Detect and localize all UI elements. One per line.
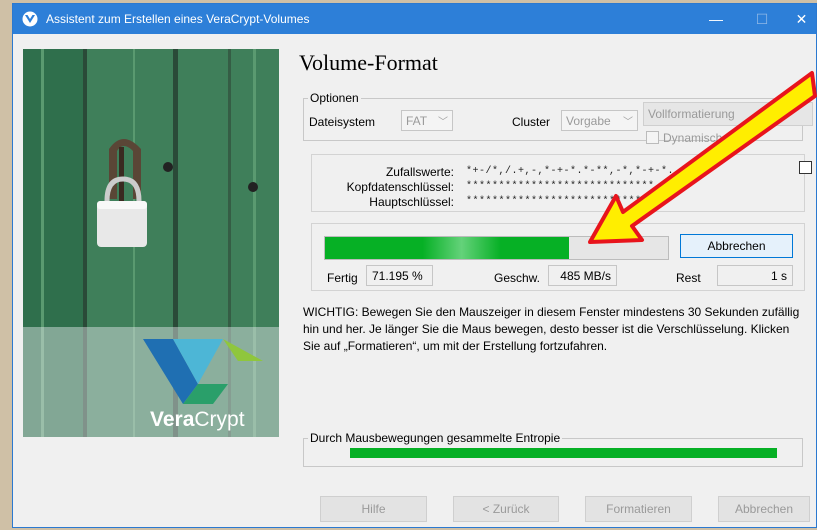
- info-text: WICHTIG: Bewegen Sie den Mauszeiger in d…: [303, 305, 800, 353]
- padlock-image: [23, 49, 279, 437]
- master-key-value: *****************************: [466, 196, 655, 207]
- speed-value: 485 MB/s: [548, 265, 617, 286]
- entropy-legend: Durch Mausbewegungen gesammelte Entropie: [310, 431, 561, 445]
- speed-label: Geschw.: [494, 271, 541, 285]
- random-pool-value: *+-/*,/.+,-,*-+-*.*-**,-*,*-+-*...: [466, 166, 688, 177]
- done-label: Fertig: [327, 271, 358, 285]
- back-button[interactable]: < Zurück: [453, 496, 559, 522]
- chevron-down-icon: ﹀: [623, 117, 633, 128]
- cancel-button[interactable]: Abbrechen: [718, 496, 810, 522]
- remaining-value: 1 s: [717, 265, 793, 286]
- show-pool-checkbox[interactable]: [799, 161, 812, 174]
- filesystem-value: FAT: [406, 114, 428, 128]
- veracrypt-banner-image: [23, 49, 279, 437]
- abort-button[interactable]: Abbrechen: [680, 234, 793, 258]
- random-pool-label: Zufallswerte:: [385, 165, 454, 179]
- filesystem-select[interactable]: FAT ﹀: [401, 110, 453, 131]
- dynamic-label: Dynamisch: [663, 131, 723, 145]
- format-progress-bar: [324, 236, 669, 260]
- options-legend: Optionen: [310, 91, 359, 105]
- cluster-label: Cluster: [512, 115, 551, 129]
- close-button[interactable]: ✕: [785, 4, 817, 34]
- format-progress-fill: [325, 237, 570, 259]
- master-key-label: Hauptschlüssel:: [369, 195, 454, 209]
- brand-label: VeraCrypt: [150, 408, 245, 432]
- done-value: 71.195 %: [366, 265, 433, 286]
- entropy-bar: [350, 448, 777, 458]
- header-key-label: Kopfdatenschlüssel:: [346, 180, 454, 194]
- header-key-value: *****************************: [466, 181, 655, 192]
- chevron-down-icon: ﹀: [438, 117, 448, 128]
- dynamic-checkbox[interactable]: [646, 131, 659, 144]
- full-format-button[interactable]: Vollformatierung: [643, 102, 813, 126]
- help-button[interactable]: Hilfe: [320, 496, 427, 522]
- page-title: Volume-Format: [299, 50, 438, 75]
- format-button[interactable]: Formatieren: [585, 496, 692, 522]
- filesystem-label: Dateisystem: [309, 115, 376, 129]
- window-title: Assistent zum Erstellen eines VeraCrypt-…: [46, 12, 310, 26]
- brand-light: Crypt: [194, 408, 245, 431]
- maximize-button[interactable]: ☐: [739, 4, 785, 34]
- remaining-label: Rest: [676, 271, 701, 285]
- cluster-select[interactable]: Vorgabe ﹀: [561, 110, 638, 131]
- title-bar: Assistent zum Erstellen eines VeraCrypt-…: [13, 4, 816, 34]
- veracrypt-logo-icon: [22, 11, 38, 27]
- brand-bold: Vera: [150, 408, 195, 431]
- minimize-button[interactable]: —: [693, 4, 739, 34]
- cluster-value: Vorgabe: [566, 114, 611, 128]
